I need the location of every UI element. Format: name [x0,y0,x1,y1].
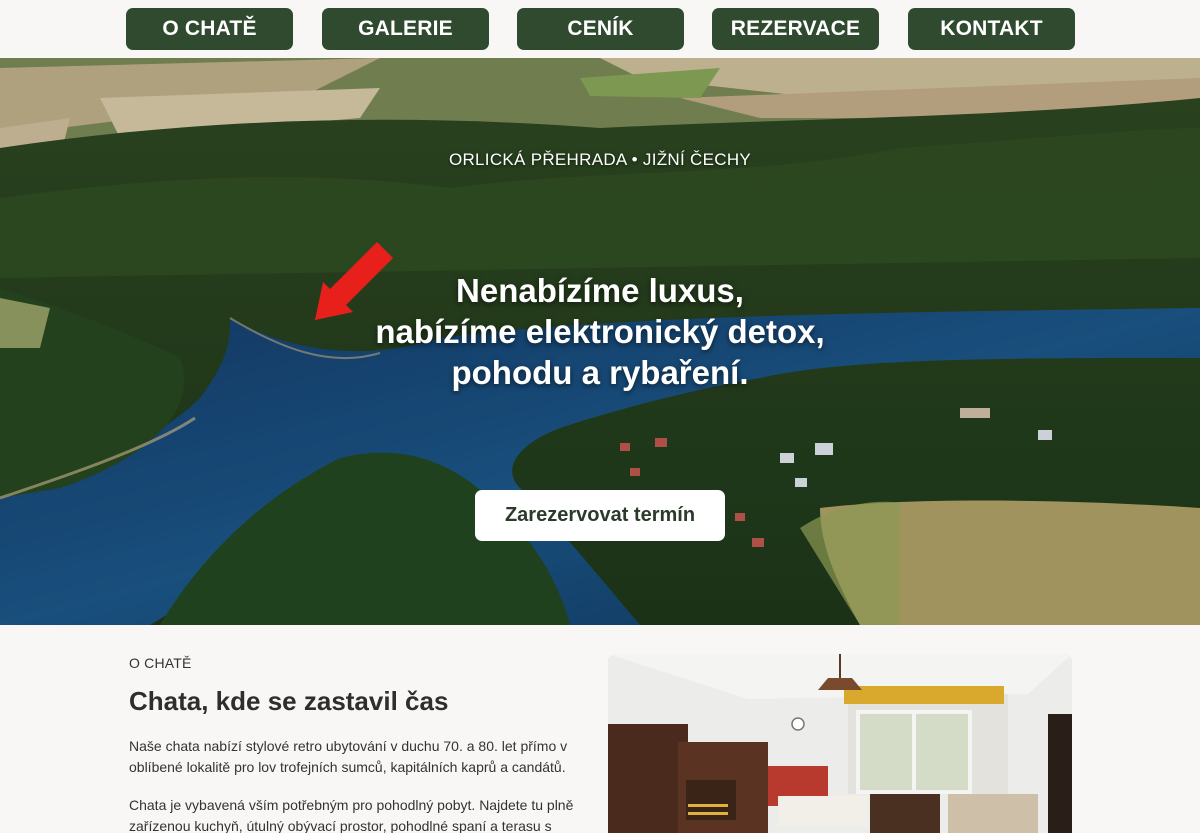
about-title: Chata, kde se zastavil čas [129,686,449,716]
nav-galerie[interactable]: GALERIE [322,8,489,50]
about-paragraph: Naše chata nabízí stylové retro ubytován… [129,738,568,775]
hero-title: Nenabízíme luxus, nabízíme elektronický … [300,270,900,393]
room-photo [608,654,1072,833]
hero-title-line: Nenabízíme luxus, [456,272,744,309]
about-kicker: O CHATĚ [129,655,192,671]
nav-o-chate[interactable]: O CHATĚ [126,8,293,50]
hero-kicker: ORLICKÁ PŘEHRADA • JIŽNÍ ČECHY [448,150,752,169]
nav-cenik[interactable]: CENÍK [517,8,684,50]
hero-title-line: nabízíme elektronický detox, [375,313,825,350]
hero-title-line: pohodu a rybaření. [451,354,749,391]
nav-kontakt[interactable]: KONTAKT [908,8,1075,50]
about-paragraph: Chata je vybavená vším potřebným pro poh… [129,797,574,833]
hero-section: ORLICKÁ PŘEHRADA • JIŽNÍ ČECHY Nenabízím… [0,58,1200,625]
main-nav: O CHATĚ GALERIE CENÍK REZERVACE KONTAKT [0,0,1200,58]
reserve-button[interactable]: Zarezervovat termín [475,490,725,541]
nav-rezervace[interactable]: REZERVACE [712,8,879,50]
